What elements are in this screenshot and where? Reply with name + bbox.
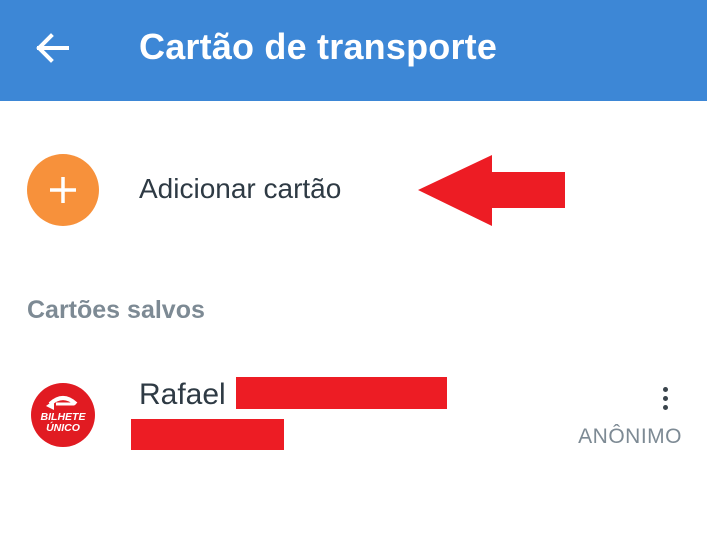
- saved-card-item[interactable]: BILHETE ÚNICO Rafael ANÔNIMO: [0, 360, 707, 470]
- plus-icon: [50, 177, 76, 203]
- app-bar: Cartão de transporte: [0, 0, 707, 101]
- saved-cards-header: Cartões salvos: [27, 296, 205, 324]
- redaction-bar: [236, 377, 447, 409]
- back-button[interactable]: [22, 18, 82, 78]
- arrow-left-icon: [36, 33, 69, 63]
- logo-line2: ÚNICO: [46, 421, 80, 434]
- card-name: Rafael: [139, 378, 226, 411]
- add-card-label: Adicionar cartão: [139, 173, 342, 204]
- red-arrow-left-icon: [418, 155, 565, 226]
- redaction-bar: [131, 419, 284, 450]
- add-card-button[interactable]: [27, 154, 99, 226]
- card-type-label: ANÔNIMO: [578, 425, 682, 448]
- add-card-row[interactable]: Adicionar cartão: [0, 118, 707, 268]
- bilhete-unico-logo: BILHETE ÚNICO: [31, 383, 95, 447]
- page-title: Cartão de transporte: [139, 26, 498, 67]
- more-vertical-icon[interactable]: [648, 378, 682, 418]
